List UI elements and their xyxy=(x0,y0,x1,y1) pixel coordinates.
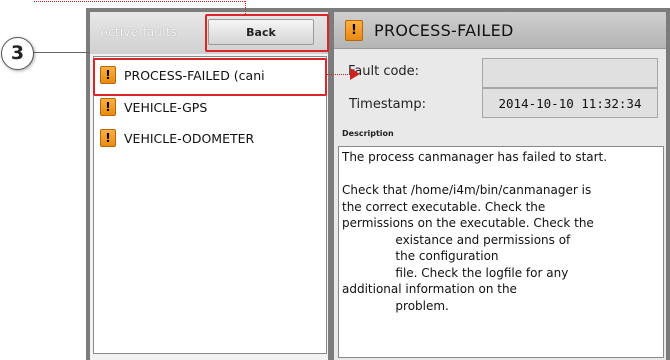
fault-item-highlight xyxy=(93,58,327,96)
warning-icon: ! xyxy=(345,20,363,41)
annotation-dotted-line xyxy=(34,1,245,2)
fault-list: ! PROCESS-FAILED (cani ! VEHICLE-GPS ! V… xyxy=(93,56,327,354)
description-label: Description xyxy=(342,129,394,138)
fault-item-vehicle-odometer[interactable]: ! VEHICLE-ODOMETER xyxy=(100,128,254,148)
annotation-dotted-line xyxy=(326,74,350,75)
warning-icon: ! xyxy=(100,129,116,147)
callout-leader-line xyxy=(32,52,90,53)
description-text: The process canmanager has failed to sta… xyxy=(338,146,664,358)
callout-number: 3 xyxy=(1,37,34,70)
fault-detail-title: PROCESS-FAILED xyxy=(374,21,514,40)
annotation-arrow-icon xyxy=(350,68,360,80)
fault-item-label: VEHICLE-GPS xyxy=(124,99,208,115)
fault-item-label: VEHICLE-ODOMETER xyxy=(124,130,255,146)
fault-item-vehicle-gps[interactable]: ! VEHICLE-GPS xyxy=(100,97,207,117)
warning-icon: ! xyxy=(100,98,116,116)
back-button-highlight xyxy=(205,14,329,52)
fault-code-field xyxy=(482,58,658,88)
timestamp-field: 2014-10-10 11:32:34 xyxy=(482,88,658,118)
active-faults-title: Active faults xyxy=(100,25,178,39)
timestamp-label: Timestamp: xyxy=(349,97,426,112)
